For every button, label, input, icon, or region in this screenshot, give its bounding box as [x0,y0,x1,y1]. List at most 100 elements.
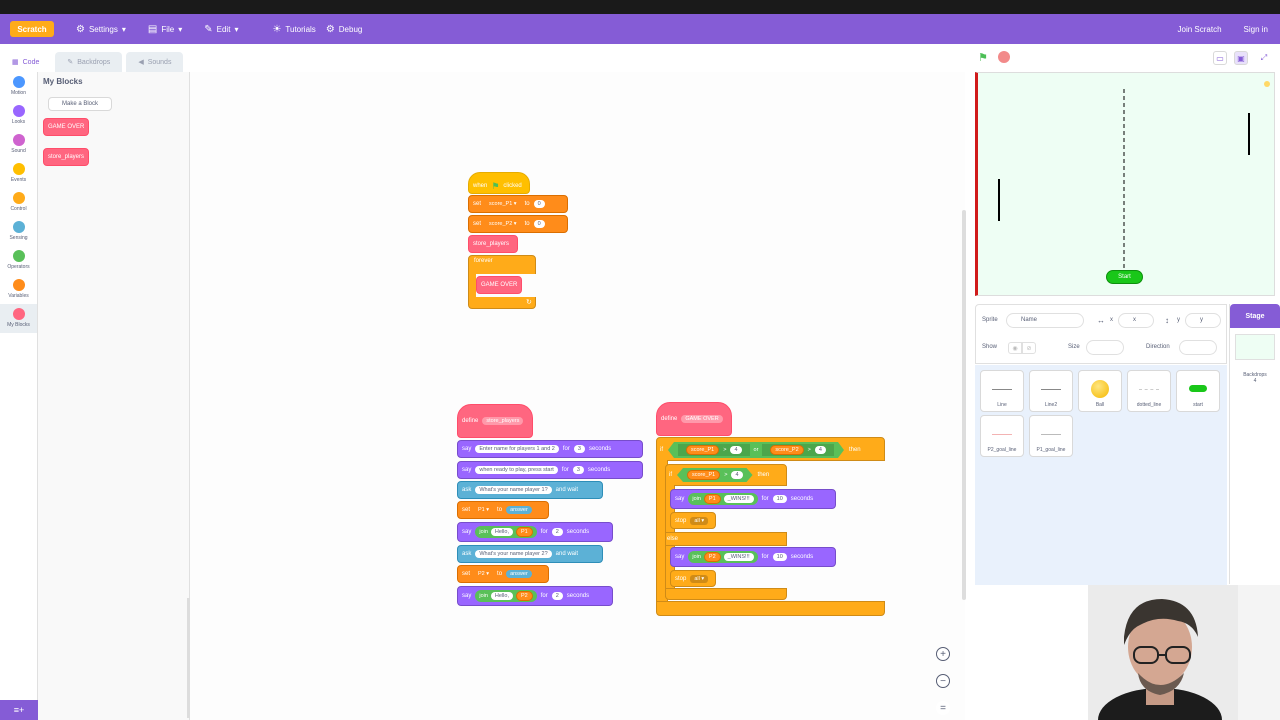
add-extension-button[interactable]: ≡+ [0,700,38,720]
text-input[interactable]: _WINS!!! [723,553,754,561]
text-input[interactable]: Hello, [490,592,513,600]
join-reporter[interactable]: join Hello, P2 [475,590,537,602]
green-flag-button[interactable]: ⚑ [978,51,991,64]
debug-button[interactable]: ⚙ Debug [326,24,363,35]
stop-button[interactable] [998,51,1010,63]
variable-dropdown[interactable]: score_P1 ▾ [485,200,521,208]
start-sprite-button[interactable]: Start [1106,270,1143,284]
ask-and-wait-block[interactable]: ask What's your name player 1? and wait [457,481,603,499]
category-operators[interactable]: Operators [0,246,37,275]
variable-reporter[interactable]: P1 [515,527,533,537]
say-join-block[interactable]: say join Hello, P2 for 2 seconds [457,586,613,606]
direction-input[interactable] [1179,340,1217,355]
value-input[interactable]: 0 [533,200,545,208]
value-input[interactable]: 0 [533,220,545,228]
variable-reporter[interactable]: P2 [515,591,533,601]
store-players-call-block[interactable]: store_players [468,235,518,253]
zoom-reset-button[interactable]: = [936,701,950,715]
show-hidden-button[interactable]: ⊘ [1022,342,1036,354]
variable-reporter[interactable]: P2 [703,552,721,562]
ask-and-wait-block[interactable]: ask What's your name player 2? and wait [457,545,603,563]
number-input[interactable]: 2 [551,528,563,536]
tutorials-button[interactable]: ☀ Tutorials [272,24,315,35]
text-input[interactable]: What's your name player 2? [475,550,552,558]
variable-dropdown[interactable]: score_P2 ▾ [485,220,521,228]
stage-selector[interactable]: Stage Backdrops 4 [1229,304,1280,584]
say-for-seconds-block[interactable]: say when ready to play, press start for … [457,461,643,479]
game-over-call-block[interactable]: GAME OVER [476,276,522,294]
palette-scrollbar[interactable] [187,598,190,718]
small-stage-button[interactable]: ▭ [1213,51,1227,65]
sprite-tile-ball[interactable]: Ball [1078,370,1122,412]
palette-block-game-over[interactable]: GAME OVER [43,118,90,136]
zoom-in-button[interactable]: + [936,647,950,661]
stop-dropdown[interactable]: all ▾ [690,516,709,525]
set-score-p2-block[interactable]: set score_P2 ▾ to 0 [468,215,568,233]
sign-in-link[interactable]: Sign in [1244,25,1268,34]
variable-reporter[interactable]: P1 [703,494,721,504]
sprite-tile-start[interactable]: start [1176,370,1220,412]
text-input[interactable]: Hello, [490,528,513,536]
tab-backdrops[interactable]: ✎ Backdrops [55,52,123,72]
normal-stage-button[interactable]: ▣ [1234,51,1248,65]
set-p2-block[interactable]: set P2 ▾ to answer [457,565,549,583]
sprite-tile-line[interactable]: Line [980,370,1024,412]
category-sensing[interactable]: Sensing [0,217,37,246]
category-my-blocks[interactable]: My Blocks [0,304,37,333]
define-game-over-block[interactable]: define GAME OVER [656,402,732,436]
file-menu[interactable]: ▤ File ▾ [148,24,182,35]
x-input[interactable]: x [1118,313,1154,328]
number-input[interactable]: 4 [730,446,741,454]
stage-thumbnail[interactable] [1235,334,1275,360]
greater-than-operator[interactable]: score_P2 > 4 [762,444,834,456]
edit-menu[interactable]: ✎ Edit ▾ [204,24,238,35]
number-input[interactable]: 10 [772,495,787,503]
join-reporter[interactable]: join Hello, P1 [475,526,537,538]
join-reporter[interactable]: join P2 _WINS!!! [688,551,758,563]
text-input[interactable]: Enter name for players 1 and 2 [475,445,559,453]
sprite-tile-line2[interactable]: Line2 [1029,370,1073,412]
stop-all-block[interactable]: stop all ▾ [670,570,716,587]
variable-reporter[interactable]: score_P1 [686,445,719,455]
number-input[interactable]: 3 [572,466,584,474]
category-sound[interactable]: Sound [0,130,37,159]
tab-sounds[interactable]: ◀ Sounds [126,52,184,72]
settings-menu[interactable]: ⚙ Settings ▾ [76,24,126,35]
fullscreen-button[interactable]: ⤢ [1257,51,1271,65]
tab-code[interactable]: ▦ Code [0,52,52,72]
or-operator[interactable]: score_P1 > 4 or score_P2 > 4 [668,442,844,458]
text-input[interactable]: _WINS!!! [723,495,754,503]
category-variables[interactable]: Variables [0,275,37,304]
say-for-seconds-block[interactable]: say Enter name for players 1 and 2 for 3… [457,440,643,458]
say-join-block[interactable]: say join Hello, P1 for 2 seconds [457,522,613,542]
category-control[interactable]: Control [0,188,37,217]
number-input[interactable]: 4 [731,471,742,479]
workspace-scrollbar-vertical[interactable] [962,210,966,600]
number-input[interactable]: 10 [772,553,787,561]
define-store-players-block[interactable]: define store_players [457,404,533,438]
number-input[interactable]: 3 [573,445,585,453]
stage-canvas[interactable] [975,72,1275,296]
variable-reporter[interactable]: score_P2 [770,445,803,455]
text-input[interactable]: What's your name player 1? [475,486,552,494]
sprite-tile-dotted-line[interactable]: dotted_line [1127,370,1171,412]
scratch-logo[interactable]: Scratch [10,21,54,37]
palette-block-store-players[interactable]: store_players [43,148,90,166]
variable-reporter[interactable]: score_P1 [687,470,720,480]
variable-dropdown[interactable]: P2 ▾ [474,570,494,578]
category-events[interactable]: Events [0,159,37,188]
make-a-block-button[interactable]: Make a Block [48,97,112,111]
sprite-name-input[interactable]: Name [1006,313,1084,328]
when-flag-clicked-block[interactable]: when ⚑ clicked [468,172,530,194]
show-visible-button[interactable]: ◉ [1008,342,1022,354]
category-looks[interactable]: Looks [0,101,37,130]
category-motion[interactable]: Motion [0,72,37,101]
greater-than-operator[interactable]: score_P1 > 4 [677,468,753,482]
zoom-out-button[interactable]: − [936,674,950,688]
set-p1-block[interactable]: set P1 ▾ to answer [457,501,549,519]
answer-reporter[interactable]: answer [506,570,532,578]
text-input[interactable]: when ready to play, press start [475,466,558,474]
number-input[interactable]: 4 [815,446,826,454]
y-input[interactable]: y [1185,313,1221,328]
variable-dropdown[interactable]: P1 ▾ [474,506,494,514]
